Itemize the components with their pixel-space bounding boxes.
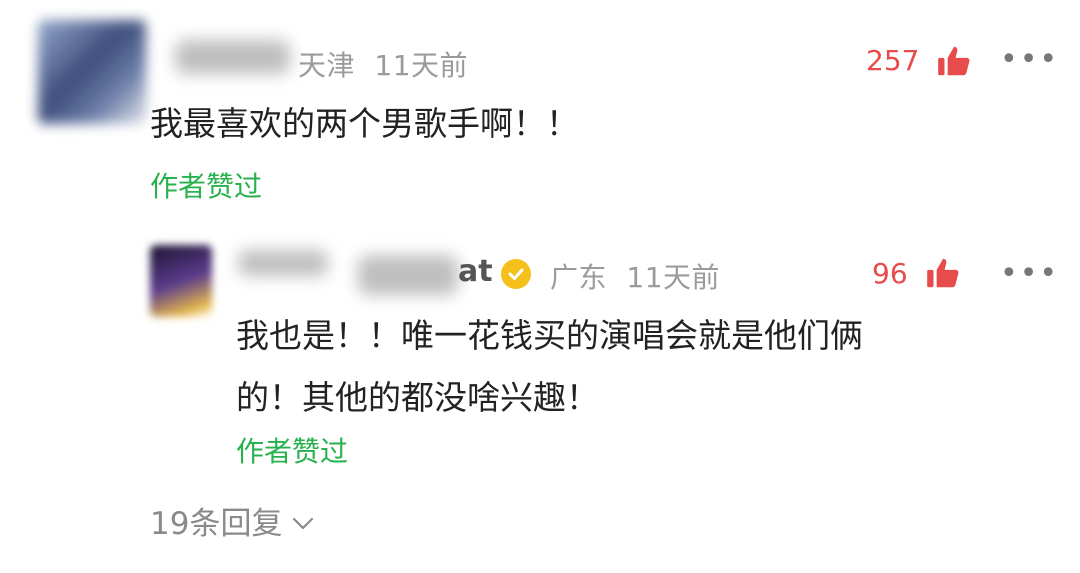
thumbs-up-icon[interactable] (935, 42, 973, 80)
location: 广东 (550, 261, 608, 294)
like-count: 257 (866, 44, 920, 77)
avatar[interactable] (38, 20, 146, 124)
comment-text: 我最喜欢的两个男歌手啊！！ (150, 104, 579, 143)
reply-meta: 广东 11天前 (550, 256, 720, 296)
thumbs-up-icon[interactable] (924, 254, 962, 292)
avatar[interactable] (150, 245, 212, 317)
verified-badge-icon (501, 259, 531, 289)
reply-text: 我也是！！唯一花钱买的演唱会就是他们俩 的！其他的都没啥兴趣！ (236, 310, 1036, 424)
more-icon[interactable]: ••• (1000, 256, 1059, 291)
comment-meta: 天津 11天前 (298, 44, 468, 84)
reply-text-line: 我也是！！唯一花钱买的演唱会就是他们俩 (236, 316, 863, 355)
location: 天津 (298, 49, 356, 82)
username[interactable] (175, 40, 290, 74)
replies-label: 19条回复 (150, 506, 283, 542)
like-count: 96 (872, 257, 908, 290)
reply-text-line: 的！其他的都没啥兴趣！ (236, 378, 599, 417)
username[interactable] (358, 255, 458, 295)
timestamp: 11天前 (374, 49, 469, 82)
author-liked-label: 作者赞过 (150, 170, 263, 203)
username[interactable] (238, 250, 328, 276)
chevron-down-icon (292, 503, 314, 539)
username-suffix[interactable]: at (458, 254, 493, 289)
view-replies-button[interactable]: 19条回复 (150, 498, 314, 543)
more-icon[interactable]: ••• (1000, 42, 1059, 77)
author-liked-label: 作者赞过 (236, 435, 349, 468)
timestamp: 11天前 (626, 261, 721, 294)
